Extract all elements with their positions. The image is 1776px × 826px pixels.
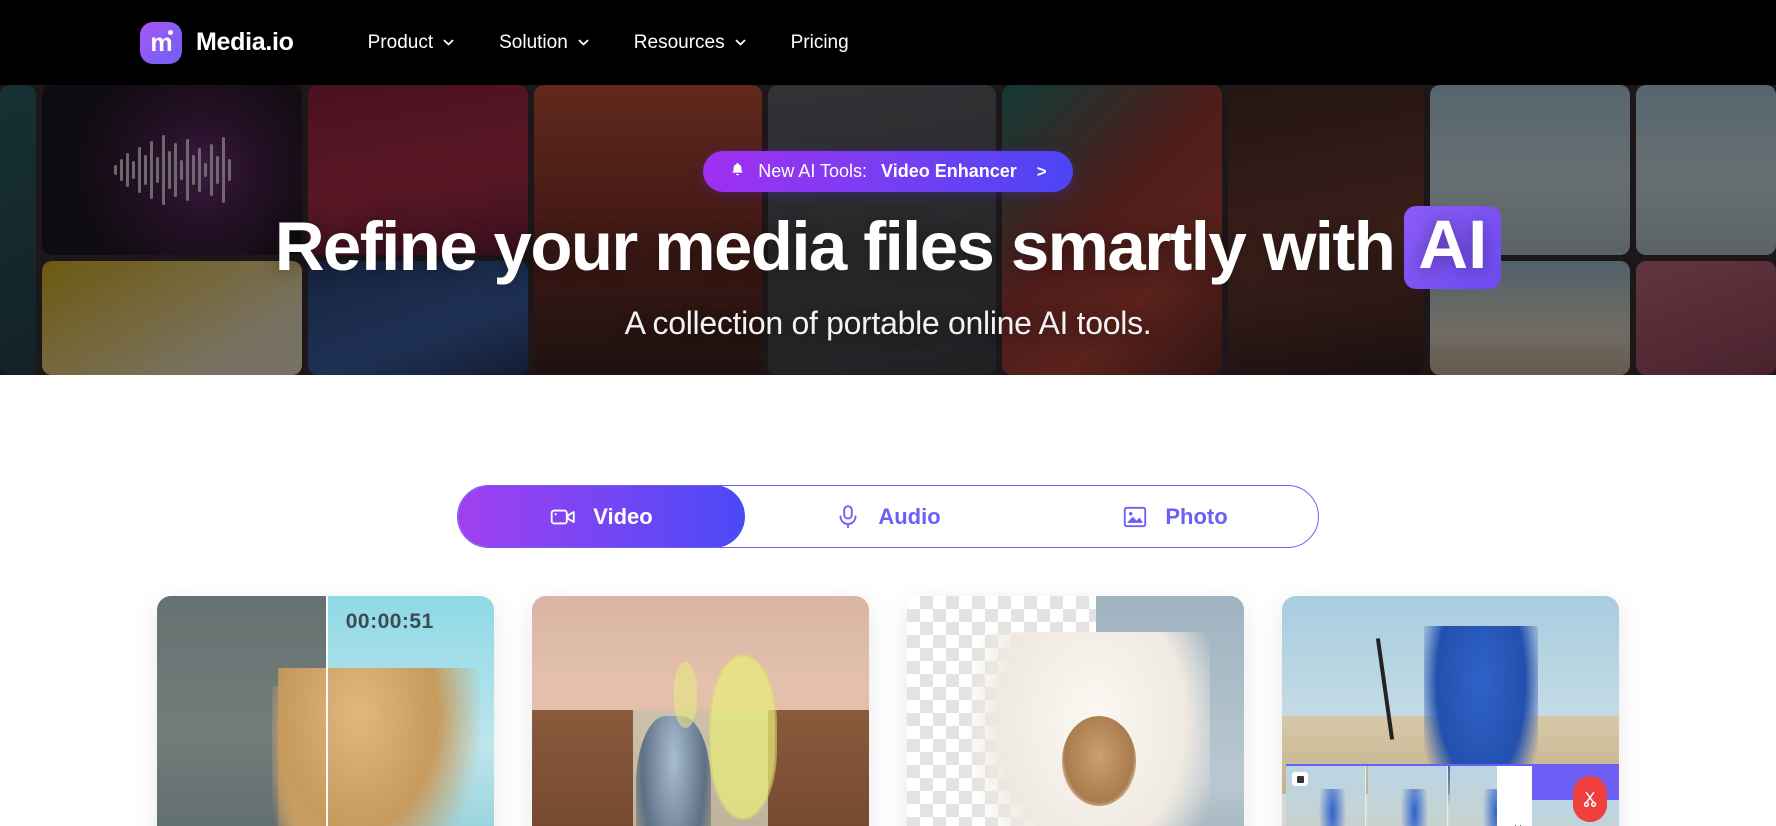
timeline-badge-icon xyxy=(1292,772,1308,786)
subject-head xyxy=(1062,716,1137,806)
card-preview-image xyxy=(1282,596,1619,826)
tool-cards-row: 00:00:51 xyxy=(0,596,1776,826)
nav-links: Product Solution Resources Pricing xyxy=(346,24,871,62)
tab-label: Photo xyxy=(1165,503,1228,529)
nav-item-label: Solution xyxy=(499,31,568,53)
hero-content: New AI Tools: Video Enhancer > Refine yo… xyxy=(0,85,1776,375)
brand-name: Media.io xyxy=(196,28,294,56)
nav-item-label: Pricing xyxy=(790,31,849,53)
wall-left xyxy=(532,710,634,826)
background-remover-card[interactable] xyxy=(907,596,1244,826)
media-io-logo-icon: m xyxy=(140,21,182,64)
nav-item-solution[interactable]: Solution xyxy=(477,24,612,62)
video-camera-icon xyxy=(549,503,577,531)
media-type-tabs: Video Audio Photo xyxy=(457,485,1319,548)
nav-item-label: Product xyxy=(367,31,434,53)
page-title: Refine your media files smartly with AI xyxy=(275,206,1502,289)
microphone-icon xyxy=(834,503,862,531)
ai-badge: AI xyxy=(1404,206,1502,289)
nav-item-product[interactable]: Product xyxy=(346,24,477,62)
chevron-down-icon xyxy=(734,36,747,49)
video-editor-card[interactable] xyxy=(1282,596,1619,826)
media-type-tabs-wrapper: Video Audio Photo xyxy=(0,485,1776,548)
page-subtitle: A collection of portable online AI tools… xyxy=(624,304,1152,341)
nav-item-pricing[interactable]: Pricing xyxy=(769,24,871,62)
video-timeline[interactable] xyxy=(1286,764,1619,826)
brand-logo-link[interactable]: m Media.io xyxy=(140,21,294,64)
timeline-frame[interactable] xyxy=(1450,766,1540,826)
chevron-down-icon xyxy=(577,36,590,49)
tab-audio[interactable]: Audio xyxy=(744,486,1031,547)
frame-thumbnail xyxy=(1401,789,1429,826)
chevron-down-icon xyxy=(442,36,455,49)
video-enhancer-card[interactable]: 00:00:51 xyxy=(157,596,494,826)
frame-thumbnail xyxy=(1319,789,1347,826)
timeline-frame[interactable] xyxy=(1286,766,1367,826)
object-remover-card[interactable] xyxy=(532,596,869,826)
new-ai-tools-banner[interactable]: New AI Tools: Video Enhancer > xyxy=(703,151,1073,192)
video-timestamp: 00:00:51 xyxy=(345,610,434,633)
card-preview-image xyxy=(532,596,869,826)
banner-label: New AI Tools: xyxy=(758,161,868,181)
nav-item-label: Resources xyxy=(633,31,725,53)
headline-text: Refine your media files smartly with xyxy=(274,208,1396,285)
hero-section: New AI Tools: Video Enhancer > Refine yo… xyxy=(0,85,1776,375)
nav-item-resources[interactable]: Resources xyxy=(612,24,769,62)
selection-mask xyxy=(710,656,775,818)
wall-right xyxy=(767,710,869,826)
tab-video[interactable]: Video xyxy=(458,486,745,547)
card-preview-image xyxy=(157,596,494,826)
rider-subject xyxy=(636,716,711,826)
bell-icon xyxy=(729,161,746,182)
selection-mask-small xyxy=(673,662,698,728)
banner-link-label[interactable]: Video Enhancer xyxy=(881,161,1017,182)
scissors-icon[interactable] xyxy=(1572,776,1607,823)
timeline-frame[interactable] xyxy=(1368,766,1449,826)
chevron-right-icon: > xyxy=(1036,161,1047,181)
logo-dot-icon xyxy=(168,29,173,35)
timeline-selected-clip[interactable] xyxy=(1532,766,1619,826)
image-icon xyxy=(1121,503,1149,531)
tab-label: Audio xyxy=(878,503,941,529)
card-preview-image xyxy=(907,596,1244,826)
subject-hair xyxy=(278,668,481,826)
tab-photo[interactable]: Photo xyxy=(1031,486,1318,547)
top-navbar: m Media.io Product Solution Resources Pr… xyxy=(0,0,1776,85)
before-after-divider[interactable] xyxy=(325,596,328,826)
tab-label: Video xyxy=(593,503,653,529)
